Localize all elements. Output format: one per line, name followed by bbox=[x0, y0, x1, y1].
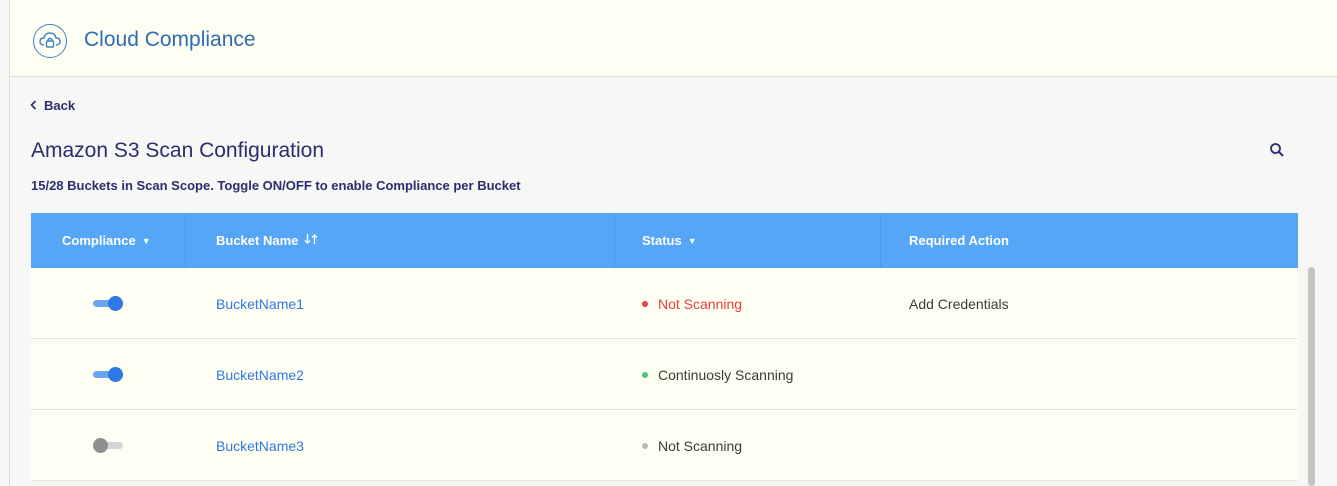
column-header-label: Bucket Name bbox=[216, 233, 299, 248]
table-row: BucketName2 Continuosly Scanning bbox=[31, 339, 1298, 410]
sort-icon bbox=[304, 233, 318, 248]
status-dot-icon bbox=[642, 301, 648, 307]
column-header-bucket-name[interactable]: Bucket Name bbox=[216, 233, 318, 248]
compliance-toggle[interactable] bbox=[93, 296, 123, 311]
back-label: Back bbox=[44, 98, 76, 113]
toggle-knob bbox=[108, 296, 123, 311]
top-bar: Cloud Compliance bbox=[9, 0, 1337, 77]
search-icon[interactable] bbox=[1269, 142, 1285, 163]
scan-scope-summary: 15/28 Buckets in Scan Scope. Toggle ON/O… bbox=[31, 178, 521, 193]
status-text: Continuosly Scanning bbox=[658, 367, 794, 383]
status-cell: Not Scanning bbox=[642, 438, 742, 454]
status-cell: Not Scanning bbox=[642, 296, 742, 312]
compliance-toggle[interactable] bbox=[93, 438, 123, 453]
bucket-name-link[interactable]: BucketName2 bbox=[216, 367, 304, 383]
page-title: Amazon S3 Scan Configuration bbox=[31, 139, 325, 162]
back-link[interactable]: Back bbox=[30, 98, 75, 113]
column-header-required-action: Required Action bbox=[909, 233, 1009, 248]
app-title: Cloud Compliance bbox=[84, 28, 256, 51]
bucket-name-link[interactable]: BucketName1 bbox=[216, 296, 304, 312]
column-divider bbox=[880, 213, 881, 268]
status-text: Not Scanning bbox=[658, 296, 743, 312]
status-cell: Continuosly Scanning bbox=[642, 367, 793, 383]
table-row: BucketName1 Not Scanning Add Credentials bbox=[31, 268, 1298, 339]
table-header: Compliance ▼ Bucket Name Status ▼ Requir… bbox=[31, 213, 1298, 268]
column-divider bbox=[614, 213, 615, 268]
vertical-scrollbar[interactable] bbox=[1308, 267, 1315, 486]
bucket-name-link[interactable]: BucketName3 bbox=[216, 438, 304, 454]
caret-down-icon: ▼ bbox=[141, 235, 151, 246]
caret-down-icon: ▼ bbox=[687, 235, 697, 246]
column-header-label: Status bbox=[642, 233, 682, 248]
compliance-toggle[interactable] bbox=[93, 367, 123, 382]
column-header-compliance[interactable]: Compliance ▼ bbox=[62, 233, 151, 248]
buckets-table: Compliance ▼ Bucket Name Status ▼ Requir… bbox=[31, 213, 1298, 481]
main-content: Back Amazon S3 Scan Configuration 15/28 … bbox=[9, 77, 1337, 486]
cloud-lock-icon bbox=[33, 24, 67, 58]
table-body: BucketName1 Not Scanning Add Credentials… bbox=[31, 268, 1298, 481]
status-text: Not Scanning bbox=[658, 438, 743, 454]
status-dot-icon bbox=[642, 372, 648, 378]
column-header-label: Required Action bbox=[909, 233, 1009, 248]
column-divider bbox=[185, 213, 186, 268]
column-header-status[interactable]: Status ▼ bbox=[642, 233, 697, 248]
required-action: Add Credentials bbox=[909, 296, 1009, 312]
table-row: BucketName3 Not Scanning bbox=[31, 410, 1298, 481]
toggle-knob bbox=[93, 438, 108, 453]
column-header-label: Compliance bbox=[62, 233, 136, 248]
chevron-left-icon bbox=[30, 98, 37, 113]
status-dot-icon bbox=[642, 443, 648, 449]
toggle-knob bbox=[108, 367, 123, 382]
